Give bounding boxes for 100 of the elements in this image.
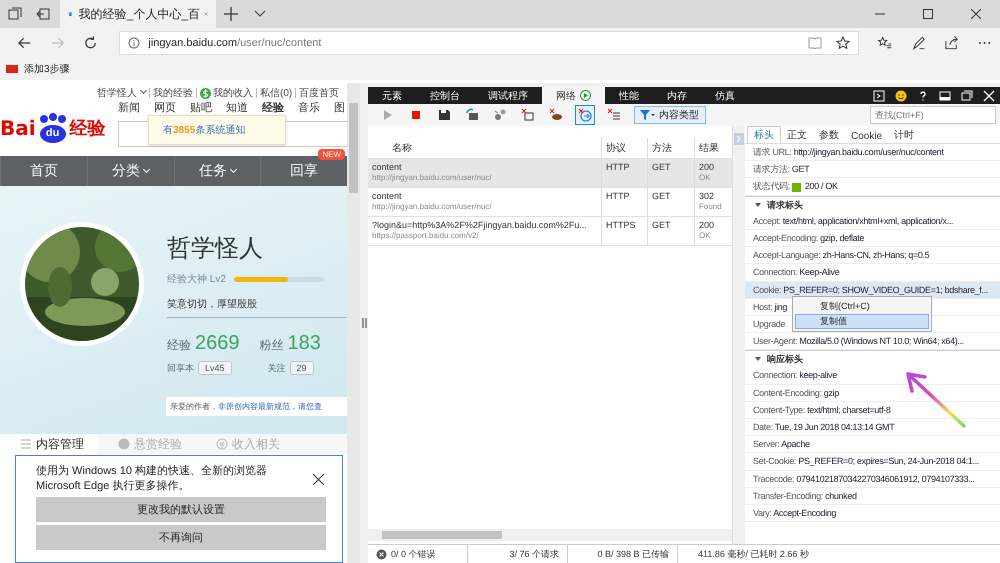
stat-label: 关注 xyxy=(268,362,286,374)
close-icon[interactable] xyxy=(313,474,324,484)
status-code: 302 xyxy=(699,191,716,201)
header-row[interactable]: Accept: text/html, application/xhtml+xml, application/x... xyxy=(745,212,1000,230)
horizontal-scrollbar[interactable] xyxy=(368,529,732,541)
content-tab[interactable]: 内容管理 xyxy=(0,434,98,454)
column-header[interactable]: 方法 xyxy=(648,138,695,158)
star-icon[interactable] xyxy=(836,36,850,50)
logo[interactable]: Bai du 经验 xyxy=(0,106,118,150)
devtools-tab[interactable]: 内存 xyxy=(653,87,701,104)
header-row[interactable]: Accept-Language: zh-Hans-CN, zh-Hans; q=0.5 xyxy=(745,247,1000,264)
favorite-item[interactable]: 添加3步骤 xyxy=(6,62,70,76)
chevron-down-icon[interactable] xyxy=(254,10,266,18)
devtools-tab[interactable]: 网络 xyxy=(542,87,605,104)
detail-tab[interactable]: Cookie xyxy=(845,130,888,143)
header-row[interactable]: Accept-Encoding: gzip, deflate xyxy=(745,230,1000,248)
vertical-scrollbar[interactable] xyxy=(347,83,360,563)
detail-tab[interactable]: 参数 xyxy=(813,127,845,143)
nav-link[interactable]: 贴吧 xyxy=(190,100,212,115)
menu-item[interactable]: 复制(Ctrl+C) xyxy=(795,299,929,314)
request-url: http://jingyan.baidu.com/user/nuc/ xyxy=(372,202,493,211)
devtools-tab[interactable]: 仿真 xyxy=(701,87,749,104)
top-link[interactable]: 百度首页 xyxy=(299,86,340,100)
nav-link[interactable]: 经验 xyxy=(262,100,284,115)
method-cell: GET xyxy=(648,188,695,216)
grip-icon[interactable] xyxy=(362,318,366,328)
search-field[interactable]: 查找(Ctrl+F) xyxy=(870,106,996,124)
address-field[interactable]: jingyan.baidu.com/user/nuc/content xyxy=(119,31,860,55)
status-text: 0/ 0 个错误 xyxy=(391,548,436,560)
undock-icon[interactable] xyxy=(961,90,973,102)
header-row[interactable]: Transfer-Encoding: chunked xyxy=(745,488,1000,505)
back-icon[interactable] xyxy=(17,35,32,51)
header-row[interactable]: Tracecode: 07941021870342270346061912, 0794107333... xyxy=(745,470,1000,488)
set-aside-icon[interactable] xyxy=(36,7,50,21)
announcement-link[interactable]: 非原创内容最新规范，请您查 xyxy=(218,402,322,411)
stat-badge: 29 xyxy=(290,361,314,375)
request-row[interactable]: ?login&u=http%3A%2F%2Fjingyan.baidu.com%2Fu... https://passport.baidu.com/v2/ HTTPS GET 200 OK xyxy=(368,217,732,246)
maximize-icon[interactable] xyxy=(923,9,933,19)
browser-tab[interactable]: 我的经验_个人中心_百 xyxy=(60,0,216,28)
reading-view-icon[interactable] xyxy=(808,37,822,49)
devtools-tab[interactable]: 控制台 xyxy=(416,87,474,104)
announcement-text: 亲爱的作者，非原创内容最新规范，请您查 xyxy=(166,397,347,416)
stat-badge: Lv45 xyxy=(198,361,232,375)
column-header[interactable]: 结果 xyxy=(695,138,732,158)
detail-tab[interactable]: 正文 xyxy=(781,127,813,143)
top-link[interactable]: 我的经验 xyxy=(153,86,193,100)
nav-link[interactable]: 新闻 xyxy=(118,100,140,115)
header-row[interactable]: Set-Cookie: PS_REFER=0; expires=Sun, 24-Jun-2018 04:1... xyxy=(745,453,1000,471)
header-row[interactable]: Server: Apache xyxy=(745,436,1000,454)
top-link[interactable]: 我的收入 xyxy=(213,86,253,100)
header-row[interactable]: Content-Encoding: gzip xyxy=(745,384,1000,402)
filter-button[interactable]: 内容类型 xyxy=(634,106,706,124)
list-icon xyxy=(20,438,32,450)
refresh-icon[interactable] xyxy=(83,35,98,51)
close-icon[interactable] xyxy=(971,9,981,19)
smiley-icon[interactable] xyxy=(895,90,907,102)
detail-tab[interactable]: 标头 xyxy=(747,126,781,143)
header-row[interactable]: Vary: Accept-Encoding xyxy=(745,504,1000,522)
nav-item[interactable]: 回享 xyxy=(290,162,318,180)
header-row[interactable]: 请求 URL: http://jingyan.baidu.com/user/nuc/content xyxy=(745,144,1000,162)
request-row[interactable]: content http://jingyan.baidu.com/user/nuc/ HTTP GET 302 Found xyxy=(368,188,732,217)
prompt-button[interactable]: 不再询问 xyxy=(36,525,326,550)
annotation-arrow xyxy=(905,371,967,429)
console-icon[interactable] xyxy=(873,90,885,102)
pen-icon[interactable] xyxy=(910,35,926,51)
error-icon xyxy=(376,548,387,560)
nav-item[interactable]: 首页 xyxy=(30,162,58,180)
request-name: ?login&u=http%3A%2F%2Fjingyan.baidu.com%2Fu... xyxy=(372,220,588,230)
nav-link[interactable]: 网页 xyxy=(154,100,176,115)
request-row[interactable]: content http://jingyan.baidu.com/user/nuc/ HTTP GET 200 OK xyxy=(368,159,732,188)
info-icon xyxy=(128,37,140,49)
header-row[interactable]: Content-Type: text/html; charset=utf-8 xyxy=(745,402,1000,419)
status-text: 0 B/ 398 B 已传输 xyxy=(597,548,669,560)
nav-link[interactable]: 知道 xyxy=(226,100,248,115)
tab-list-icon[interactable] xyxy=(8,7,22,21)
nav-item[interactable]: 任务 xyxy=(198,162,236,180)
user-menu[interactable]: 哲学怪人 xyxy=(97,86,146,100)
nav-link[interactable]: 图 xyxy=(334,100,345,115)
nav-link[interactable]: 音乐 xyxy=(298,100,320,115)
plus-icon[interactable] xyxy=(224,7,238,21)
stat-value: 2669 xyxy=(195,332,240,355)
header-row[interactable]: Connection: keep-alive xyxy=(745,367,1000,385)
stat-value: 183 xyxy=(288,332,321,355)
devtools-tab[interactable]: 元素 xyxy=(368,87,416,104)
share-icon[interactable] xyxy=(944,35,959,51)
clear-session-icon[interactable] xyxy=(575,105,595,125)
header-row[interactable]: Date: Tue, 19 Jun 2018 04:13:14 GMT xyxy=(745,419,1000,436)
detail-tab[interactable]: 计时 xyxy=(888,127,920,143)
header-row[interactable]: 请求方法: GET xyxy=(745,161,1000,178)
favorites-icon[interactable] xyxy=(877,35,893,51)
devtools-tab[interactable]: 调试程序 xyxy=(474,87,542,104)
prompt-button[interactable]: 更改我的默认设置 xyxy=(36,497,326,522)
status-value: 200 / OK xyxy=(804,181,838,192)
column-header[interactable]: 协议 xyxy=(602,138,648,158)
nav-item[interactable]: 分类 xyxy=(112,162,150,180)
column-header[interactable]: 名称 xyxy=(368,138,602,158)
menu-item[interactable]: 复制值 xyxy=(795,314,929,329)
devtools-tab[interactable]: 性能 xyxy=(605,87,653,104)
top-link[interactable]: 私信(0) xyxy=(260,86,292,100)
dock-icon[interactable] xyxy=(939,90,951,102)
